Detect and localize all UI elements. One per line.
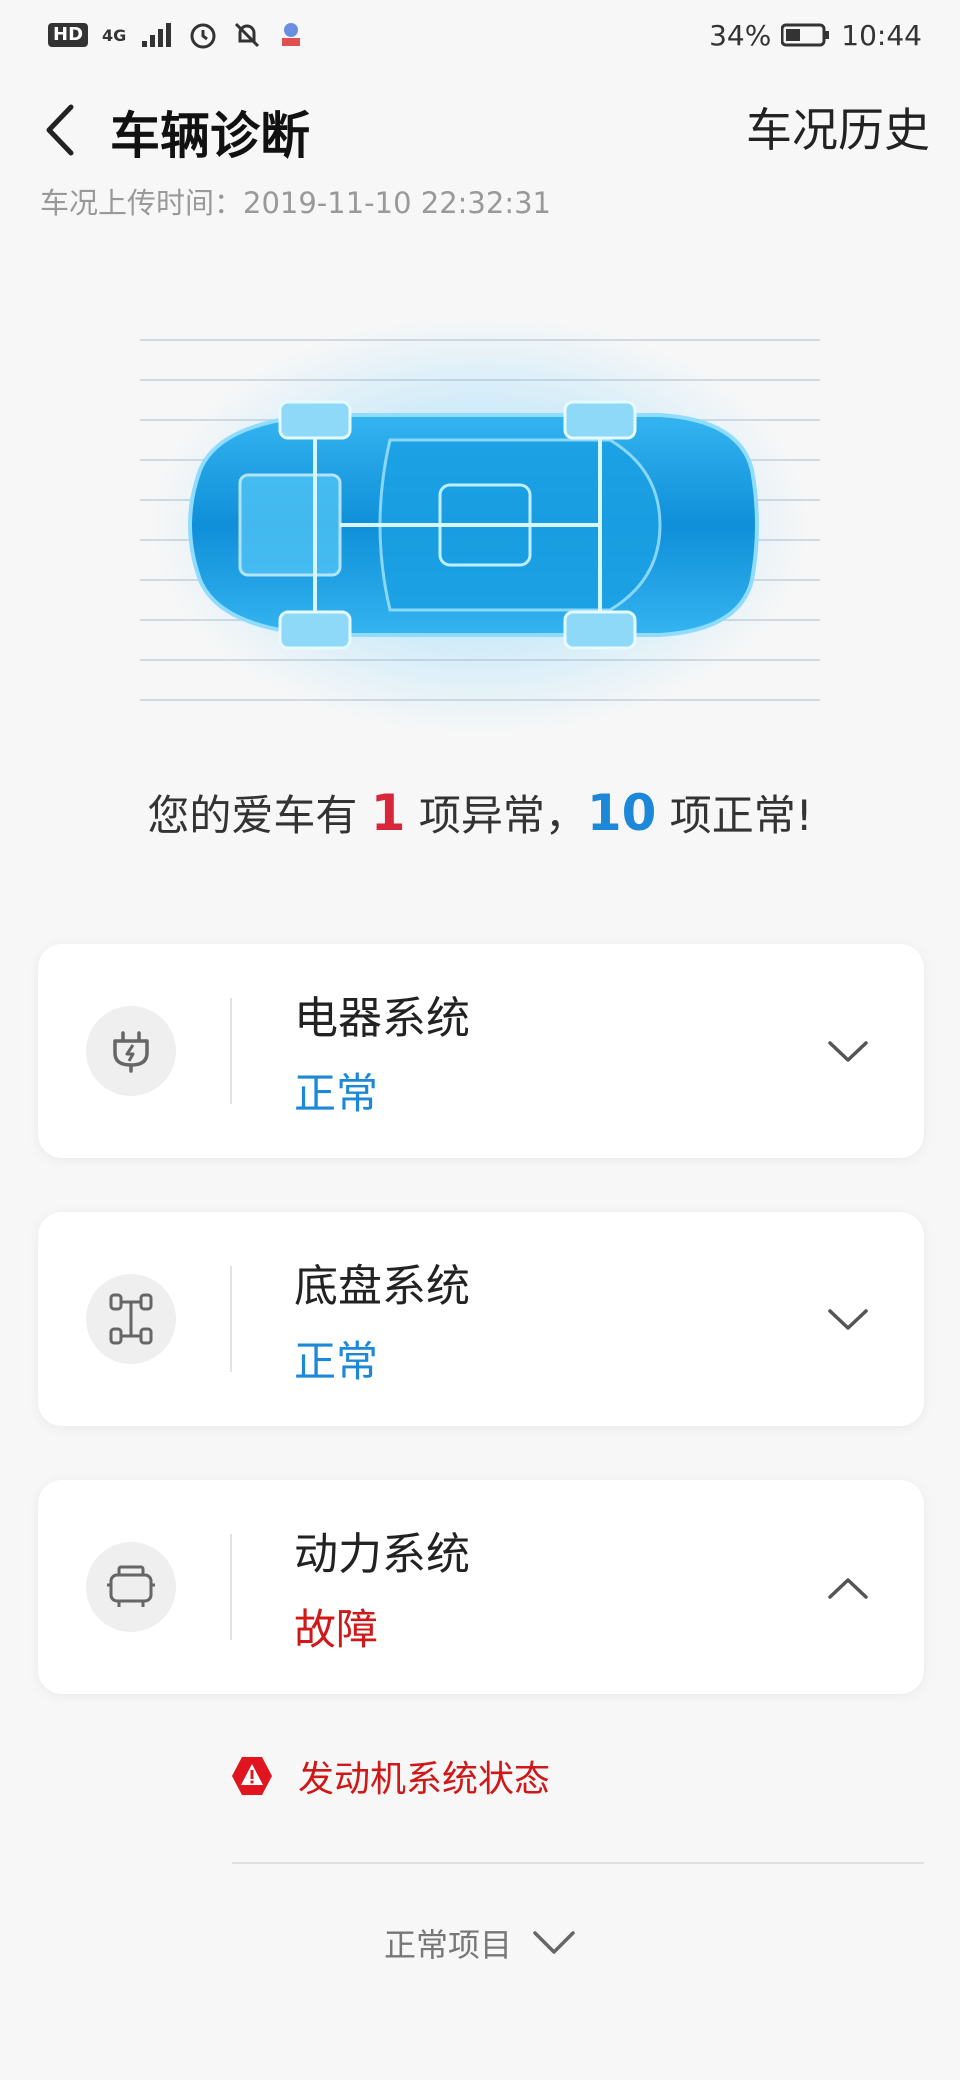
plug-icon-container (86, 1006, 176, 1096)
expand-button[interactable] (826, 1298, 870, 1342)
chassis-system-card[interactable]: 底盘系统 正常 (38, 1212, 924, 1426)
summary-suffix: 项正常! (656, 791, 813, 840)
summary-middle: 项异常， (405, 791, 587, 840)
section-divider (232, 1862, 924, 1864)
chevron-down-icon (828, 1309, 868, 1330)
status-bar: HD 4G 34% 10:44 (0, 0, 960, 70)
back-arrow-icon (46, 104, 74, 156)
chevron-down-icon (828, 1041, 868, 1062)
status-bar-left: HD 4G (48, 20, 306, 50)
mute-bell-icon (235, 22, 260, 48)
status-bar-right: 34% 10:44 (709, 19, 922, 52)
engine-icon (107, 1565, 155, 1607)
electrical-system-card[interactable]: 电器系统 正常 (38, 944, 924, 1158)
engine-fault-item[interactable]: 发动机系统状态 (230, 1750, 550, 1802)
abnormal-count: 1 (370, 784, 406, 842)
clock-time: 10:44 (841, 18, 922, 52)
car-xray-image (139, 310, 821, 740)
warning-icon (232, 1757, 272, 1795)
powertrain-system-status: 故障 (294, 1605, 379, 1654)
powertrain-system-title: 动力系统 (294, 1529, 470, 1580)
engine-icon-container (86, 1542, 176, 1632)
diagnosis-summary: 您的爱车有 1 项异常，10 项正常! (0, 782, 960, 843)
network-label: 4G (102, 25, 127, 45)
signal-icon (142, 23, 172, 47)
powertrain-system-card[interactable]: 动力系统 故障 (38, 1480, 924, 1694)
car-illustration (139, 310, 821, 740)
expand-button[interactable] (826, 1030, 870, 1074)
normal-items-toggle[interactable]: 正常项目 (0, 1920, 960, 1966)
app-header: 车辆诊断 车况历史 (0, 80, 960, 180)
hd-badge: HD (48, 23, 89, 47)
normal-count: 10 (586, 784, 657, 842)
card-divider (230, 1266, 232, 1372)
chassis-icon (109, 1293, 153, 1345)
electrical-system-title: 电器系统 (294, 993, 470, 1044)
engine-fault-label: 发动机系统状态 (298, 1759, 551, 1800)
battery-percent: 34% (709, 18, 772, 52)
card-divider (230, 998, 232, 1104)
vehicle-diagnosis-page: HD 4G 34% 10:44 车辆诊断 车况历史 车况上传时间：2019-11… (0, 0, 960, 2080)
vehicle-history-link[interactable]: 车况历史 (746, 94, 930, 160)
normal-items-label: 正常项目 (383, 1926, 512, 1964)
collapse-button[interactable] (826, 1566, 870, 1610)
chevron-up-icon (828, 1578, 868, 1599)
chassis-icon-container (86, 1274, 176, 1364)
battery-icon (781, 23, 830, 47)
alarm-icon (190, 23, 216, 49)
chassis-system-title: 底盘系统 (294, 1261, 470, 1312)
summary-prefix: 您的爱车有 (147, 791, 371, 840)
app-notification-icon (282, 23, 301, 46)
electrical-system-status: 正常 (294, 1069, 379, 1118)
card-divider (230, 1534, 232, 1640)
plug-icon (113, 1031, 149, 1073)
page-title: 车辆诊断 (110, 107, 310, 165)
chevron-down-icon (533, 1931, 575, 1954)
back-button[interactable] (30, 98, 90, 162)
chassis-system-status: 正常 (294, 1337, 379, 1386)
upload-time: 车况上传时间：2019-11-10 22:32:31 (40, 186, 551, 220)
